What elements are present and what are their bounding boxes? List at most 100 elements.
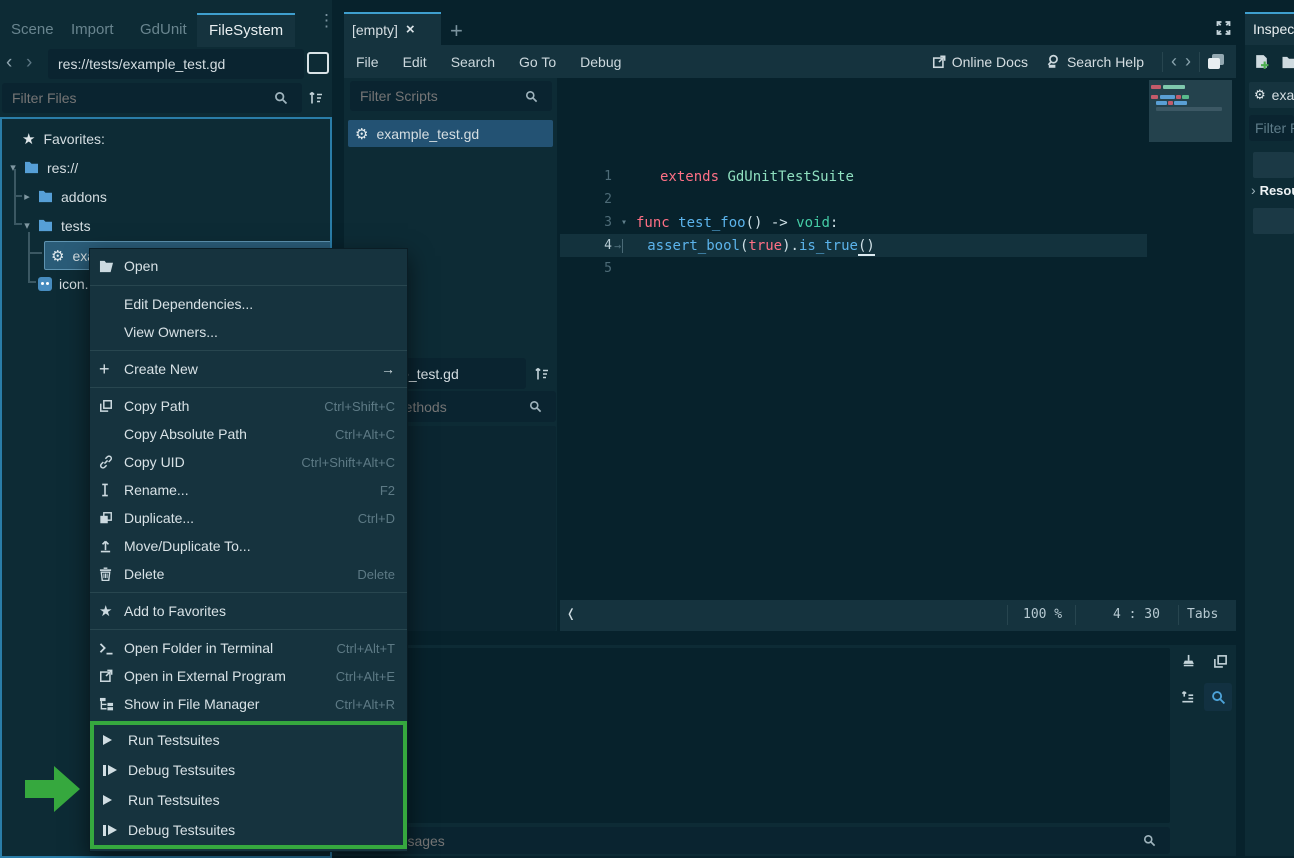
filter-properties-field[interactable]: Filter Properties [1249, 115, 1294, 141]
tree-item-res-root[interactable]: ▾ res:// [6, 153, 78, 182]
tab-import[interactable]: Import [71, 15, 114, 45]
folder-icon [38, 219, 53, 232]
filter-messages-input[interactable] [344, 832, 1143, 850]
folder-icon [38, 190, 53, 203]
script-gear-icon: ⚙ [1254, 87, 1266, 103]
cursor-position[interactable]: 4 : 30 [1113, 607, 1160, 622]
sort-methods-button[interactable] [530, 362, 554, 386]
indent-mode[interactable]: Tabs [1187, 607, 1218, 622]
debug-play-icon [103, 765, 128, 776]
load-resource-icon[interactable] [1281, 56, 1294, 69]
sort-files-button[interactable] [304, 86, 328, 110]
nav-forward-button[interactable]: › [26, 52, 32, 74]
menu-item-duplicate[interactable]: Duplicate...Ctrl+D [90, 504, 407, 532]
history-forward-button[interactable]: › [1185, 51, 1191, 72]
copy-output-button[interactable] [1208, 649, 1232, 673]
online-docs-button[interactable]: Online Docs [932, 54, 1028, 70]
fold-arrow-icon[interactable]: ▾ [612, 217, 636, 228]
menu-item-copy-absolute-path[interactable]: Copy Absolute PathCtrl+Alt+C [90, 420, 407, 448]
minimap[interactable] [1149, 80, 1232, 595]
inspector-row[interactable] [1253, 208, 1294, 234]
minimap-viewport[interactable] [1149, 80, 1232, 142]
filter-scripts-field[interactable] [350, 81, 552, 111]
menu-item-show-in-file-manager[interactable]: Show in File ManagerCtrl+Alt+R [90, 690, 407, 718]
chevron-right-icon[interactable]: ▸ [20, 190, 34, 203]
menu-item-copy-uid[interactable]: Copy UIDCtrl+Shift+Alt+C [90, 448, 407, 476]
external-link-icon [932, 55, 946, 69]
menu-item-edit-dependencies[interactable]: Edit Dependencies... [90, 290, 407, 318]
expand-window-icon[interactable] [1215, 20, 1232, 36]
tree-item-tests[interactable]: ▾ tests [20, 211, 91, 240]
menu-item-rename[interactable]: Rename...F2 [90, 476, 407, 504]
search-help-icon [1046, 54, 1061, 69]
menu-item-create-new[interactable]: + Create New → [90, 355, 407, 383]
tab-inspector[interactable]: Inspector [1253, 21, 1294, 37]
inspector-resource-row[interactable]: ⚙ example_test.gd [1249, 82, 1294, 108]
link-icon [99, 455, 124, 469]
trash-icon [99, 567, 124, 581]
path-field[interactable] [48, 49, 304, 79]
code-line: 3 ▾ func test_foo() -> void: [560, 211, 1147, 234]
close-tab-icon[interactable]: × [406, 21, 415, 38]
nav-back-button[interactable]: ‹ [6, 52, 12, 74]
inspector-dock: Inspector ⚙ example_test.gd Filter Prope… [1245, 12, 1294, 856]
filter-scripts-input[interactable] [358, 87, 525, 105]
new-resource-icon[interactable] [1253, 54, 1270, 71]
folder-open-icon [99, 259, 124, 273]
menu-edit[interactable]: Edit [391, 54, 439, 70]
menu-file[interactable]: File [344, 54, 391, 70]
brace-match: () [858, 238, 875, 256]
menu-item-add-to-favorites[interactable]: ★ Add to Favorites [90, 597, 407, 625]
dock-overflow-icon[interactable]: ⋮ [318, 11, 335, 31]
script-menu-bar: File Edit Search Go To Debug Online Docs… [344, 45, 1236, 78]
zoom-level[interactable]: 100 % [1023, 607, 1062, 622]
menu-item-open-folder-in-terminal[interactable]: Open Folder in TerminalCtrl+Alt+T [90, 634, 407, 662]
path-input[interactable] [56, 55, 296, 73]
menu-debug[interactable]: Debug [568, 54, 633, 70]
folder-icon [24, 161, 39, 174]
filter-files-input[interactable] [10, 89, 274, 107]
tree-item-favorites[interactable]: ★ Favorites: [22, 124, 105, 153]
star-icon: ★ [22, 130, 35, 148]
code-line: 2 [560, 188, 1147, 211]
menu-item-move-duplicate-to[interactable]: Move/Duplicate To... [90, 532, 407, 560]
tree-guide [28, 252, 42, 254]
filter-messages-field[interactable] [336, 827, 1170, 854]
script-gear-icon: ⚙ [51, 247, 64, 265]
menu-item-open[interactable]: Open [90, 251, 407, 281]
history-back-button[interactable]: ‹ [1171, 51, 1177, 72]
chevron-down-icon[interactable]: ▾ [20, 219, 34, 232]
menu-goto[interactable]: Go To [507, 54, 568, 70]
search-help-button[interactable]: Search Help [1046, 54, 1144, 70]
menu-item-copy-path[interactable]: Copy PathCtrl+Shift+C [90, 392, 407, 420]
float-panel-icon[interactable] [1208, 54, 1226, 70]
menu-item-run-testsuites[interactable]: Run Testsuites [94, 725, 403, 755]
menu-search[interactable]: Search [439, 54, 507, 70]
console-output[interactable] [336, 648, 1170, 823]
chevron-down-icon[interactable]: ▾ [6, 161, 20, 174]
menu-item-open-in-external-program[interactable]: Open in External ProgramCtrl+Alt+E [90, 662, 407, 690]
collapse-all-button[interactable] [1176, 685, 1200, 709]
menu-item-debug-testsuites[interactable]: Debug Testsuites [94, 755, 403, 785]
menu-item-delete[interactable]: DeleteDelete [90, 560, 407, 588]
collapse-panel-icon[interactable]: ❬ [566, 604, 576, 623]
filter-files-field[interactable] [2, 83, 302, 113]
clear-console-button[interactable] [1176, 649, 1200, 673]
search-messages-button[interactable] [1204, 683, 1232, 711]
script-list-item[interactable]: ⚙ example_test.gd [348, 120, 553, 147]
debug-play-icon [103, 825, 128, 836]
split-dock-button[interactable] [307, 52, 329, 74]
tab-scene[interactable]: Scene [11, 15, 54, 45]
inspector-row[interactable] [1253, 152, 1294, 178]
menu-item-run-testsuites[interactable]: Run Testsuites [94, 785, 403, 815]
inspector-section-resource[interactable]: › Resource [1251, 182, 1294, 198]
tree-item-addons[interactable]: ▸ addons [20, 182, 107, 211]
menu-item-debug-testsuites[interactable]: Debug Testsuites [94, 815, 403, 845]
new-tab-button[interactable]: + [450, 18, 463, 44]
code-editor[interactable]: 1 extends GdUnitTestSuite 2 3 ▾ func tes… [560, 80, 1236, 600]
tab-filesystem[interactable]: FileSystem [197, 13, 295, 47]
tab-gdunit[interactable]: GdUnit [140, 15, 187, 45]
editor-status-bar: ❬ 100 % 4 : 30 Tabs [560, 600, 1236, 631]
script-editor-tab[interactable]: [empty] × [344, 12, 441, 45]
menu-item-view-owners[interactable]: View Owners... [90, 318, 407, 346]
